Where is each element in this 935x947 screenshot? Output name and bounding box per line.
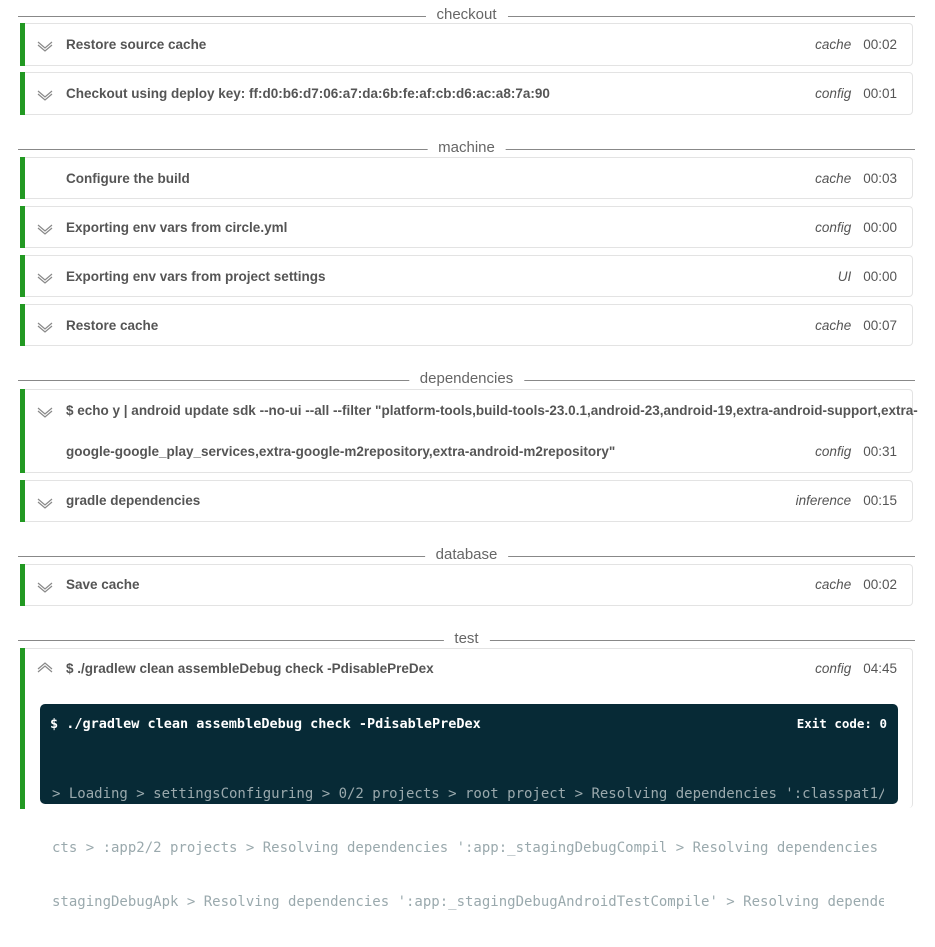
step-name: Exporting env vars from project settings (66, 269, 326, 284)
step-type: config (815, 444, 852, 459)
step-meta: cache 00:02 (815, 577, 897, 592)
section-title: machine (427, 138, 506, 158)
chevron-down-icon[interactable] (36, 580, 54, 594)
step-duration: 00:02 (863, 37, 897, 52)
step-type: config (815, 86, 852, 101)
step-restore-source-cache[interactable]: Restore source cache cache 00:02 (20, 23, 913, 66)
step-save-cache[interactable]: Save cache cache 00:02 (20, 564, 913, 606)
step-name: gradle dependencies (66, 493, 201, 508)
step-name: Restore cache (66, 318, 159, 333)
step-meta: cache 00:03 (815, 171, 897, 186)
chevron-down-icon[interactable] (36, 39, 54, 53)
exit-code: Exit code: 0 (796, 716, 887, 731)
step-export-env-circle-yml[interactable]: Exporting env vars from circle.yml confi… (20, 206, 913, 248)
success-bar (20, 389, 25, 473)
chevron-down-icon[interactable] (36, 271, 54, 285)
success-bar (20, 157, 25, 199)
chevron-down-icon[interactable] (36, 88, 54, 102)
step-checkout-deploy-key[interactable]: Checkout using deploy key: ff:d0:b6:d7:0… (20, 72, 913, 115)
step-name: Save cache (66, 577, 140, 592)
step-meta: config 00:01 (815, 86, 897, 101)
step-meta: inference 00:15 (796, 493, 897, 508)
success-bar (20, 648, 25, 809)
step-duration: 00:00 (863, 220, 897, 235)
step-type: config (815, 220, 852, 235)
step-type: UI (837, 269, 852, 284)
step-type: config (815, 661, 852, 676)
chevron-down-icon[interactable] (36, 496, 54, 510)
chevron-up-icon[interactable] (36, 661, 54, 675)
step-android-update-sdk[interactable]: $ echo y | android update sdk --no-ui --… (20, 389, 918, 473)
step-name: Configure the build (66, 171, 190, 186)
step-meta: cache 00:07 (815, 318, 897, 333)
step-configure-build: Configure the build cache 00:03 (20, 157, 913, 199)
success-bar (20, 72, 25, 115)
section-title: dependencies (408, 369, 525, 389)
step-duration: 00:15 (863, 493, 897, 508)
terminal-output-panel: $ ./gradlew clean assembleDebug check -P… (40, 704, 898, 910)
step-name-line-2: google-google_play_services,extra-google… (66, 444, 616, 459)
log-line: stagingDebugApk > Resolving dependencies… (52, 894, 884, 910)
step-meta: cache 00:02 (815, 37, 897, 52)
step-duration: 04:45 (863, 661, 897, 676)
step-type: cache (815, 171, 852, 186)
section-title: database (424, 545, 509, 565)
step-type: cache (815, 37, 852, 52)
step-duration: 00:03 (863, 171, 897, 186)
step-name: Exporting env vars from circle.yml (66, 220, 288, 235)
chevron-down-icon[interactable] (36, 405, 54, 419)
log-line: > Loading > settingsConfiguring > 0/2 pr… (52, 786, 884, 802)
step-type: inference (795, 493, 852, 508)
step-restore-cache[interactable]: Restore cache cache 00:07 (20, 304, 913, 346)
success-bar (20, 480, 25, 522)
step-gradle-dependencies[interactable]: gradle dependencies inference 00:15 (20, 480, 913, 522)
success-bar (20, 206, 25, 248)
success-bar (20, 564, 25, 606)
step-export-env-project-settings[interactable]: Exporting env vars from project settings… (20, 255, 913, 297)
terminal-log: > Loading > settingsConfiguring > 0/2 pr… (52, 749, 884, 947)
success-bar (20, 23, 25, 66)
step-name: $ ./gradlew clean assembleDebug check -P… (66, 661, 434, 676)
step-duration: 00:00 (863, 269, 897, 284)
section-title: test (443, 629, 490, 649)
chevron-down-icon[interactable] (36, 222, 54, 236)
log-line: cts > :app2/2 projects > Resolving depen… (52, 840, 884, 856)
step-meta: config 04:45 (815, 661, 897, 676)
step-duration: 00:01 (863, 86, 897, 101)
success-bar (20, 255, 25, 297)
step-duration: 00:07 (863, 318, 897, 333)
step-type: cache (815, 318, 852, 333)
step-duration: 00:02 (863, 577, 897, 592)
step-duration: 00:31 (863, 444, 897, 459)
step-name-line-1: $ echo y | android update sdk --no-ui --… (66, 403, 918, 418)
step-meta: UI 00:00 (838, 269, 897, 284)
terminal-command: $ ./gradlew clean assembleDebug check -P… (50, 716, 481, 732)
step-type: cache (815, 577, 852, 592)
step-name: Restore source cache (66, 37, 207, 52)
step-meta: config 00:00 (815, 220, 897, 235)
success-bar (20, 304, 25, 346)
section-title: checkout (425, 5, 508, 25)
step-name: Checkout using deploy key: ff:d0:b6:d7:0… (66, 86, 550, 101)
step-meta: config 00:31 (815, 444, 897, 459)
chevron-down-icon[interactable] (36, 320, 54, 334)
